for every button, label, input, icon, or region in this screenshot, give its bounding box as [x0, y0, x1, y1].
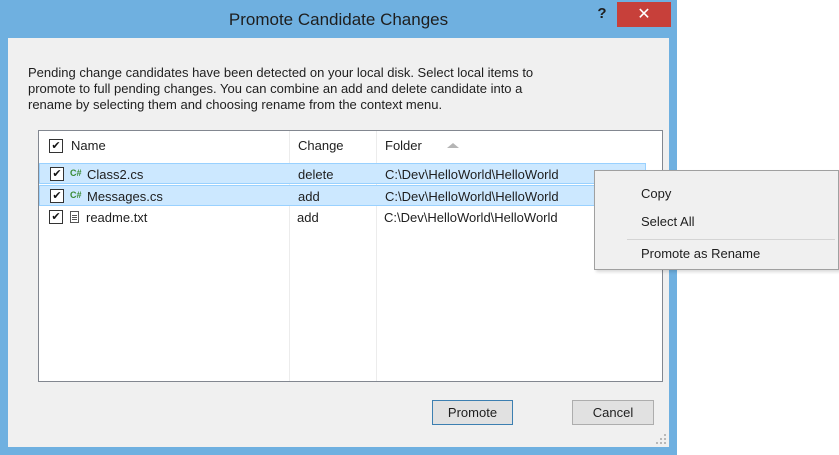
row-change: delete	[298, 167, 334, 182]
row-folder: C:\Dev\HelloWorld\HelloWorld	[384, 210, 558, 225]
title-bar[interactable]: Promote Candidate Changes ? ✕	[0, 0, 677, 38]
column-header-change[interactable]: Change	[298, 131, 344, 160]
row-folder: C:\Dev\HelloWorld\HelloWorld	[385, 189, 559, 204]
menu-item-copy[interactable]: Copy	[641, 186, 671, 201]
column-header-folder[interactable]: Folder	[385, 131, 422, 160]
select-all-checkbox[interactable]: ✔	[49, 139, 63, 153]
row-change: add	[298, 189, 320, 204]
dialog-title: Promote Candidate Changes	[228, 10, 449, 29]
dialog-window: Promote Candidate Changes ? ✕ Pending ch…	[0, 0, 677, 455]
cancel-button[interactable]: Cancel	[572, 400, 654, 425]
help-button[interactable]: ?	[592, 2, 612, 26]
row-name: Class2.cs	[87, 167, 144, 182]
row-change: add	[297, 210, 319, 225]
menu-divider	[627, 239, 835, 240]
menu-item-select-all[interactable]: Select All	[641, 214, 694, 229]
row-name: readme.txt	[86, 210, 148, 225]
row-name: Messages.cs	[87, 189, 163, 204]
promote-button[interactable]: Promote	[432, 400, 513, 425]
dialog-body: Pending change candidates have been dete…	[8, 38, 669, 447]
table-row[interactable]: ✔ C# Class2.cs delete C:\Dev\HelloWorld\…	[39, 163, 646, 184]
csharp-file-icon: C#	[70, 168, 82, 178]
table-row[interactable]: ✔ readme.txt add C:\Dev\HelloWorld\Hello…	[39, 207, 646, 228]
csharp-file-icon: C#	[70, 190, 82, 200]
resize-grip-icon[interactable]	[656, 434, 666, 444]
close-button[interactable]: ✕	[617, 2, 671, 27]
candidate-list[interactable]: ✔ Name Change Folder ✔ C# Class2.cs dele…	[38, 130, 663, 382]
context-menu: Copy Select All Promote as Rename	[594, 170, 839, 270]
description-line: rename by selecting them and choosing re…	[28, 97, 443, 112]
row-folder: C:\Dev\HelloWorld\HelloWorld	[385, 167, 559, 182]
description-line: Pending change candidates have been dete…	[28, 65, 534, 80]
menu-item-promote-as-rename[interactable]: Promote as Rename	[641, 246, 760, 261]
sort-ascending-icon	[447, 143, 459, 148]
description-line: promote to full pending changes. You can…	[28, 81, 523, 96]
row-checkbox[interactable]: ✔	[50, 167, 64, 181]
description-text: Pending change candidates have been dete…	[28, 65, 648, 113]
table-row[interactable]: ✔ C# Messages.cs add C:\Dev\HelloWorld\H…	[39, 185, 646, 206]
text-file-icon	[70, 211, 79, 223]
column-header-name[interactable]: Name	[71, 131, 106, 160]
row-checkbox[interactable]: ✔	[49, 210, 63, 224]
row-checkbox[interactable]: ✔	[50, 189, 64, 203]
